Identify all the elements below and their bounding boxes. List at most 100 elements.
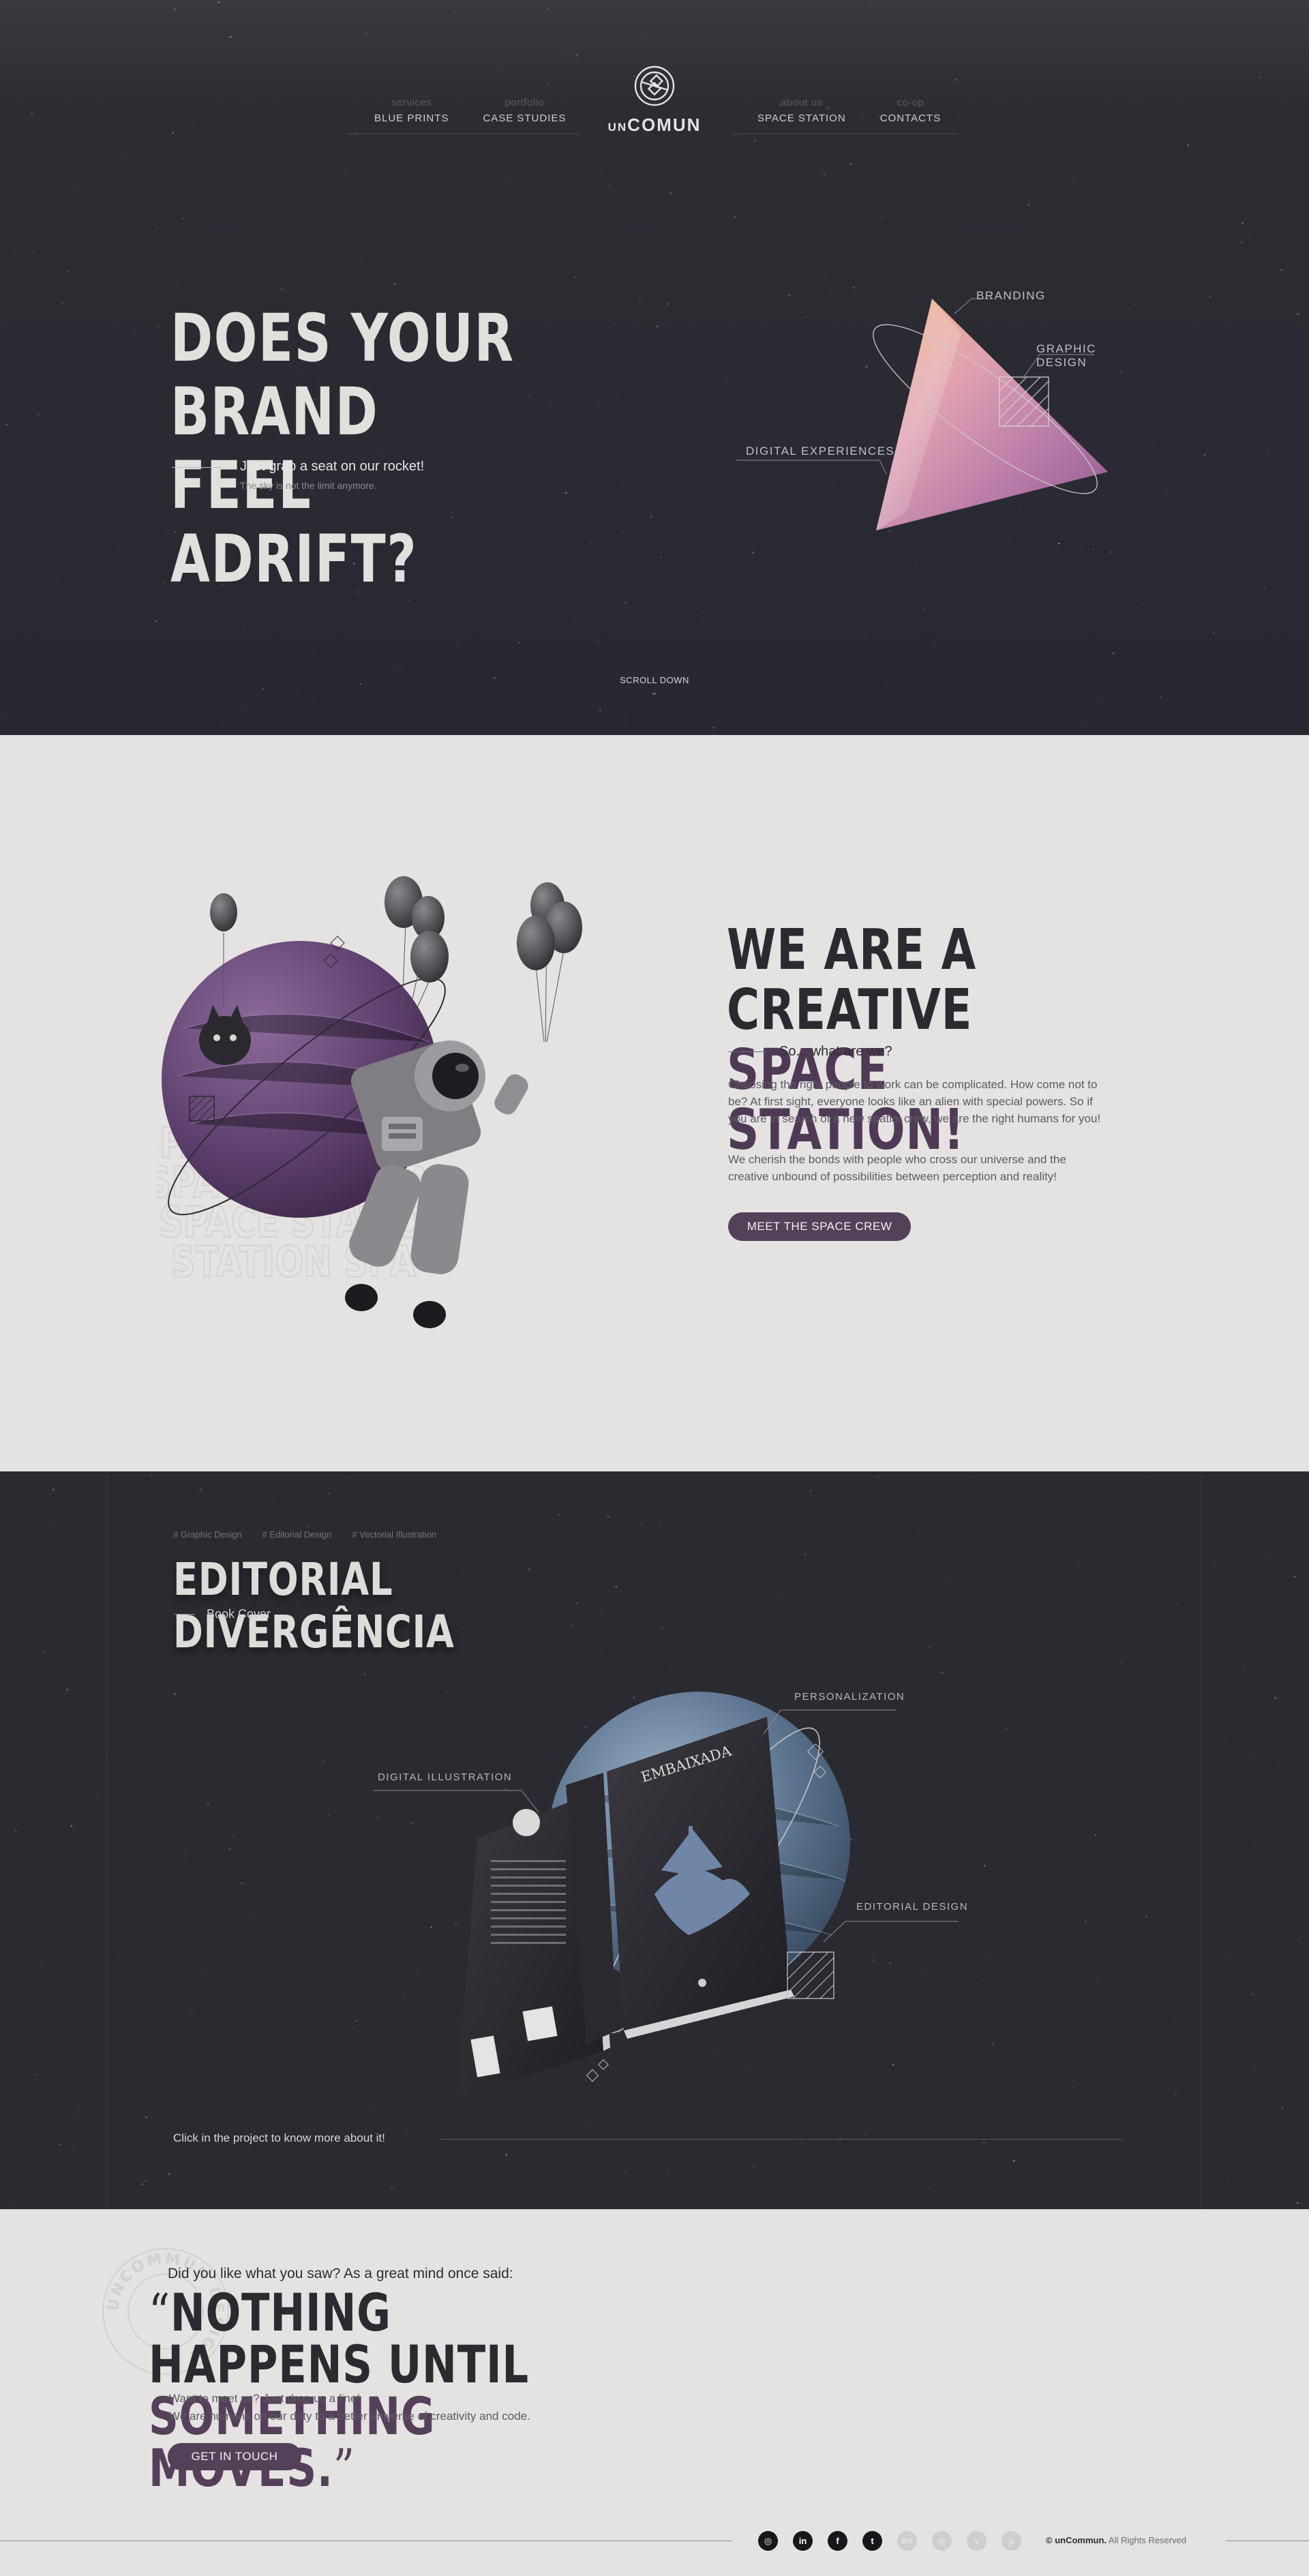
star — [1056, 1647, 1057, 1649]
nav-sub-label: portfolio — [505, 97, 545, 108]
star — [157, 2088, 159, 2089]
star — [1203, 454, 1206, 456]
star — [177, 281, 179, 283]
star — [229, 35, 232, 38]
nav-main-label[interactable]: BLUE PRINTS — [374, 113, 449, 124]
nav-item-blue-prints[interactable]: services BLUE PRINTS — [374, 97, 449, 124]
star — [929, 1646, 931, 1649]
star — [615, 1585, 618, 1588]
star — [78, 2118, 80, 2120]
star — [875, 1, 877, 3]
star — [1103, 1659, 1105, 1661]
project-tag: # Vectorial Illustration — [352, 1529, 436, 1540]
star — [1027, 204, 1029, 206]
star — [1214, 1564, 1217, 1567]
star — [919, 1529, 920, 1531]
star — [1209, 295, 1212, 298]
star — [97, 1793, 99, 1795]
project-section[interactable]: # Graphic Design # Editorial Design # Ve… — [0, 1471, 1309, 2209]
star — [243, 628, 245, 630]
star — [1162, 252, 1164, 254]
astronaut-illustration: SPACE STATIONSPACE STATIONSPACE STATIONS… — [134, 871, 607, 1362]
instagram-icon[interactable]: ◎ — [758, 2531, 778, 2551]
label-editorial-design: EDITORIAL DESIGN — [856, 1901, 969, 1913]
about-paragraph: We cherish the bonds with people who cro… — [728, 1153, 1066, 1183]
star — [72, 2150, 74, 2152]
star — [35, 2074, 37, 2076]
star — [207, 1803, 209, 1806]
meet-space-crew-button[interactable]: MEET THE SPACE CREW — [728, 1212, 911, 1241]
uncommun-logo[interactable]: UNCOMUN — [607, 63, 702, 138]
hero-section: services BLUE PRINTS portfolio CASE STUD… — [0, 0, 1309, 735]
star — [359, 1814, 361, 1815]
star — [1227, 2178, 1229, 2180]
star — [1006, 1728, 1008, 1730]
star — [1272, 209, 1274, 211]
star — [59, 2143, 61, 2146]
pinterest-icon[interactable]: p — [1002, 2531, 1021, 2551]
star — [157, 325, 160, 328]
star — [1098, 2193, 1100, 2195]
star — [590, 1482, 592, 1483]
about-section: SPACE STATIONSPACE STATIONSPACE STATIONS… — [0, 735, 1309, 1471]
star — [959, 117, 960, 119]
vimeo-icon[interactable]: v — [967, 2531, 987, 2551]
star — [725, 17, 727, 18]
star — [262, 688, 265, 690]
star — [580, 372, 581, 373]
scroll-down-button[interactable]: SCROLL DOWN ⌄ — [586, 675, 723, 698]
nav-item-space-station[interactable]: about us SPACE STATION — [757, 97, 846, 124]
star — [724, 378, 727, 380]
star — [1170, 417, 1171, 419]
project-cta-text[interactable]: Click in the project to know more about … — [173, 2131, 385, 2145]
star — [156, 228, 157, 229]
star — [222, 723, 224, 725]
star — [734, 216, 736, 218]
star — [494, 677, 496, 679]
star — [471, 183, 472, 185]
hero-dash-divider — [172, 467, 221, 468]
nav-item-contacts[interactable]: co-op CONTACTS — [880, 97, 941, 124]
hero-subtitle: Just grab a seat on our rocket! — [240, 459, 425, 474]
nav-item-case-studies[interactable]: portfolio CASE STUDIES — [483, 97, 566, 124]
hero-title-line: DOES YOUR BRAND — [170, 300, 515, 450]
dribbble-icon[interactable]: ◍ — [932, 2531, 952, 2551]
star — [1259, 76, 1261, 78]
quote-line-highlight: SOMETHING MOVES.” — [149, 2386, 436, 2498]
star — [922, 608, 924, 611]
facebook-icon[interactable]: f — [828, 2531, 847, 2551]
linkedin-icon[interactable]: in — [793, 2531, 813, 2551]
nav-main-label[interactable]: SPACE STATION — [757, 113, 846, 124]
star — [849, 163, 852, 166]
star — [160, 1964, 161, 1965]
book-cover-illustration[interactable]: EMBAIXADA PERSONALIZATION DIGITAL ILLUST… — [368, 1676, 982, 2167]
star — [1175, 2093, 1177, 2095]
star — [48, 1523, 50, 1526]
star — [596, 406, 599, 408]
nav-main-label[interactable]: CONTACTS — [880, 113, 941, 124]
behance-icon[interactable]: Bē — [897, 2531, 917, 2551]
star — [1160, 696, 1162, 698]
star — [129, 2114, 130, 2115]
star — [1297, 2202, 1299, 2204]
star — [240, 1666, 241, 1668]
nav-main-label[interactable]: CASE STUDIES — [483, 113, 566, 124]
star — [814, 186, 815, 188]
star — [575, 276, 576, 278]
star — [806, 2199, 809, 2201]
twitter-icon[interactable]: t — [862, 2531, 882, 2551]
about-paragraph: Choosing the right people to work can be… — [728, 1078, 1101, 1125]
star — [307, 1525, 309, 1527]
star — [856, 5, 857, 6]
star — [240, 1882, 243, 1885]
star — [942, 1672, 944, 1674]
star — [547, 8, 549, 10]
star — [949, 1580, 950, 1581]
star — [1110, 1812, 1112, 1813]
project-title[interactable]: EDITORIAL DIVERGÊNCIA — [173, 1553, 588, 1658]
star — [172, 132, 174, 134]
star — [1145, 2151, 1147, 2153]
star — [204, 1957, 205, 1958]
label-personalization: PERSONALIZATION — [794, 1691, 905, 1703]
get-in-touch-button[interactable]: GET IN TOUCH — [168, 2443, 301, 2470]
